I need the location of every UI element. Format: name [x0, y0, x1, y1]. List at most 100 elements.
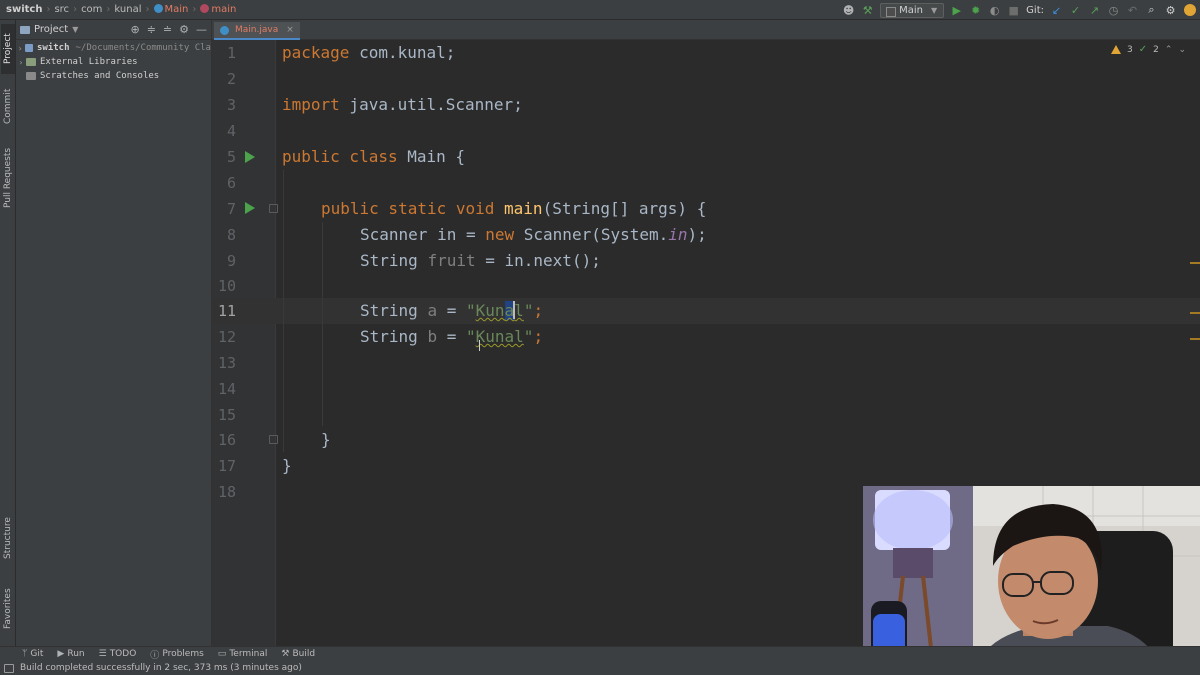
collapse-all-icon[interactable]: ≐: [163, 23, 172, 36]
update-icon[interactable]: [1183, 4, 1196, 17]
bottom-tool-bar: ᛘ Git ▶ Run ☰ TODO ⓘ Problems ▭ Terminal ⚒ Bui…: [0, 646, 1200, 661]
tool-windows-icon[interactable]: [4, 663, 14, 673]
keyword: package: [282, 43, 350, 62]
method-icon: [200, 4, 210, 13]
code-line-5: public class Main {: [282, 144, 465, 170]
libraries-icon: [26, 58, 36, 66]
hide-icon[interactable]: —: [196, 23, 207, 36]
list-icon: ☰: [98, 649, 107, 659]
run-icon[interactable]: ▶: [950, 4, 963, 17]
tool-tab-terminal[interactable]: ▭ Terminal: [218, 649, 268, 659]
chevron-right-icon[interactable]: ›: [16, 58, 26, 67]
code-line-1: package com.kunal;: [282, 40, 455, 66]
breadcrumb-class[interactable]: Main: [153, 4, 188, 15]
tree-item-scratches[interactable]: Scratches and Consoles: [16, 69, 211, 83]
build-hammer-icon[interactable]: ⚒: [861, 4, 874, 17]
tool-tab-problems[interactable]: ⓘ Problems: [150, 648, 204, 661]
string-quote: ": [523, 301, 534, 320]
line-number: 2: [226, 70, 236, 88]
tool-tab-todo[interactable]: ☰ TODO: [99, 649, 137, 659]
code-text: =: [437, 301, 466, 320]
keyword: public static void: [321, 199, 495, 218]
tool-tab-structure[interactable]: Structure: [1, 510, 15, 566]
chevron-down-icon[interactable]: ⌄: [1178, 45, 1186, 55]
breadcrumb-com[interactable]: com: [81, 4, 102, 15]
tree-item-switch[interactable]: › switch ~/Documents/Community Cla: [16, 41, 211, 55]
tool-tab-build[interactable]: ⚒ Build: [281, 649, 315, 659]
run-class-icon[interactable]: [245, 151, 255, 163]
git-push-icon[interactable]: ↗: [1088, 4, 1101, 17]
debug-icon[interactable]: ✹: [969, 4, 982, 17]
breadcrumb-src[interactable]: src: [54, 4, 69, 15]
chevron-right-icon[interactable]: ›: [16, 44, 25, 53]
string-quote: ": [465, 327, 476, 346]
search-icon[interactable]: ⌕: [1145, 3, 1158, 17]
tab-main-java[interactable]: Main.java ×: [214, 22, 300, 40]
line-number: 8: [226, 226, 236, 244]
scrollbar-warning-marker[interactable]: [1190, 338, 1200, 340]
breadcrumb-project[interactable]: switch: [6, 4, 42, 15]
tool-tab-project[interactable]: Project: [1, 24, 15, 74]
run-config-label: Main: [899, 4, 924, 16]
tool-tab-git[interactable]: ᛘ Git: [22, 649, 43, 659]
tool-tab-pull-requests[interactable]: Pull Requests: [1, 138, 15, 218]
chevron-down-icon[interactable]: ▼: [72, 25, 78, 34]
tool-tab-commit-label: Commit: [3, 88, 13, 124]
settings-icon[interactable]: ⚙: [1164, 4, 1177, 17]
git-commit-icon[interactable]: ✓: [1069, 4, 1082, 17]
code-line-8: Scanner in = new Scanner(System.in);: [360, 222, 707, 248]
tool-tab-favorites[interactable]: Favorites: [1, 580, 15, 638]
code-text: String: [360, 301, 428, 320]
run-icon: ▶: [57, 649, 65, 659]
run-method-icon[interactable]: [245, 202, 255, 214]
code-text: =: [437, 327, 466, 346]
status-message[interactable]: Build completed successfully in 2 sec, 3…: [20, 663, 302, 673]
line-number: 18: [217, 483, 236, 501]
code-text: java.util.Scanner;: [339, 95, 523, 114]
fold-marker-icon[interactable]: [269, 204, 278, 213]
gear-icon[interactable]: ⚙: [179, 23, 189, 36]
tree-item-external-libraries[interactable]: › External Libraries: [16, 55, 211, 69]
scrollbar-warning-marker[interactable]: [1190, 262, 1200, 264]
inspection-widget[interactable]: 3 ✓ 2 ⌃ ⌄: [1111, 44, 1186, 55]
tool-tab-commit[interactable]: Commit: [1, 84, 15, 128]
run-config-select[interactable]: Main ▼: [880, 2, 945, 18]
scrollbar-warning-marker[interactable]: [1190, 312, 1200, 314]
locate-icon[interactable]: ⊕: [130, 23, 139, 36]
warning-icon: [1111, 45, 1122, 54]
semicolon: ;: [533, 301, 544, 320]
code-line-12: String b = "Kunal";: [360, 324, 543, 350]
line-number: 3: [226, 96, 236, 114]
code-line-17: }: [282, 453, 292, 479]
breadcrumb-separator: ›: [192, 4, 197, 15]
breadcrumb-kunal[interactable]: kunal: [114, 4, 141, 15]
unused-variable: fruit: [427, 251, 476, 270]
expand-all-icon[interactable]: ≑: [147, 23, 156, 36]
tree-item-label: switch: [37, 43, 70, 53]
breadcrumb-method[interactable]: main: [200, 4, 236, 15]
fold-marker-icon[interactable]: [269, 435, 278, 444]
rollback-icon[interactable]: ↶: [1126, 4, 1139, 17]
stop-icon[interactable]: ■: [1007, 4, 1020, 17]
unused-variable: a: [427, 301, 438, 320]
static-field: in: [668, 225, 688, 244]
navigation-bar: switch › src › com › kunal › Main › main…: [0, 0, 1200, 20]
line-number: 7: [226, 200, 236, 218]
line-number: 12: [217, 328, 236, 346]
indent-guide: [283, 170, 284, 452]
breadcrumb-separator: ›: [145, 4, 150, 15]
user-icon[interactable]: ☻: [842, 4, 855, 17]
tool-tab-terminal-label: Terminal: [229, 649, 268, 659]
git-update-icon[interactable]: ↙: [1050, 4, 1063, 17]
project-panel-title[interactable]: Project: [34, 24, 68, 35]
close-icon[interactable]: ×: [286, 25, 294, 35]
string-quote: ": [523, 327, 534, 346]
tree-item-path: ~/Documents/Community Cla: [75, 43, 211, 53]
line-number: 4: [226, 122, 236, 140]
coverage-icon[interactable]: ◐: [988, 4, 1001, 17]
chevron-up-icon[interactable]: ⌃: [1165, 45, 1173, 55]
tool-tab-run[interactable]: ▶ Run: [57, 649, 84, 659]
breadcrumb-separator: ›: [73, 4, 78, 15]
history-icon[interactable]: ◷: [1107, 4, 1120, 17]
